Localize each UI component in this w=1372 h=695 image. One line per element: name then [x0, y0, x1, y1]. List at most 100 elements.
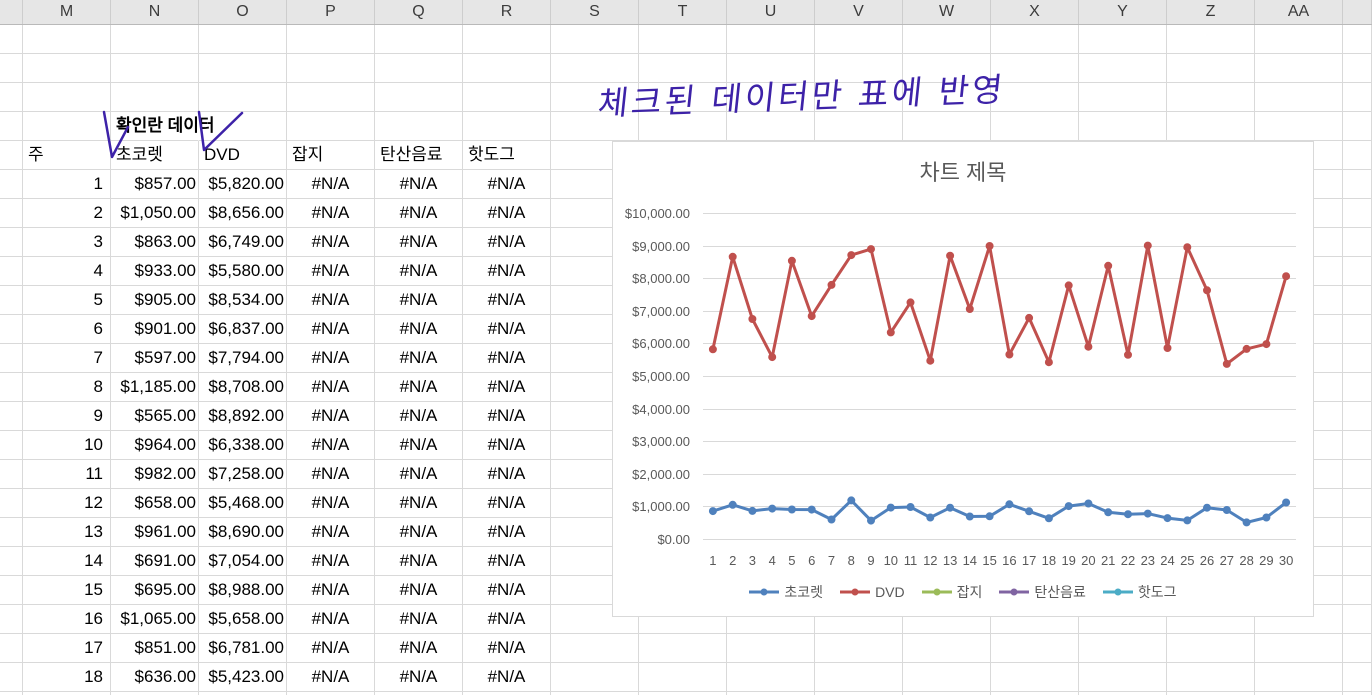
cell-partial[interactable]: [1343, 228, 1372, 257]
cell-partial[interactable]: [1343, 605, 1372, 634]
cell-partial[interactable]: [0, 199, 23, 228]
data-point[interactable]: [946, 503, 955, 512]
cell-n[interactable]: $1,050.00: [111, 199, 199, 228]
cell-q[interactable]: #N/A: [375, 489, 463, 518]
cell-r[interactable]: [463, 25, 551, 54]
column-header-w[interactable]: W: [903, 0, 991, 24]
cell-y[interactable]: [1079, 663, 1167, 692]
cell-x[interactable]: [991, 634, 1079, 663]
cell-p[interactable]: #N/A: [287, 489, 375, 518]
cell-m[interactable]: 1: [23, 170, 111, 199]
line-chart[interactable]: 차트 제목 $0.00 $1,000.00 $2,000.00 $3,000.00 $4…: [612, 141, 1314, 617]
column-header-m[interactable]: M: [23, 0, 111, 24]
data-point[interactable]: [708, 507, 717, 516]
cell-n[interactable]: [111, 83, 199, 112]
cell-aa[interactable]: [1255, 54, 1343, 83]
data-point[interactable]: [1005, 350, 1014, 359]
cell-q[interactable]: #N/A: [375, 286, 463, 315]
cell-t[interactable]: [639, 25, 727, 54]
cell-r[interactable]: #N/A: [463, 315, 551, 344]
cell-r[interactable]: #N/A: [463, 199, 551, 228]
cell-r[interactable]: #N/A: [463, 460, 551, 489]
cell-o[interactable]: $8,656.00: [199, 199, 287, 228]
cell-p[interactable]: #N/A: [287, 402, 375, 431]
data-point[interactable]: [867, 516, 875, 525]
cell-partial[interactable]: [0, 54, 23, 83]
data-point[interactable]: [886, 328, 895, 337]
data-point[interactable]: [1064, 502, 1073, 511]
data-point[interactable]: [965, 305, 974, 313]
data-point[interactable]: [1163, 344, 1172, 352]
cell-o[interactable]: $8,892.00: [199, 402, 287, 431]
cell-z[interactable]: [1167, 25, 1255, 54]
data-point[interactable]: [1242, 344, 1251, 353]
cell-n[interactable]: $597.00: [111, 344, 199, 373]
chart-plot-area[interactable]: $0.00 $1,000.00 $2,000.00 $3,000.00 $4,000.0…: [612, 141, 1314, 617]
cell-n[interactable]: $964.00: [111, 431, 199, 460]
cell-q[interactable]: #N/A: [375, 634, 463, 663]
cell-aa[interactable]: [1255, 663, 1343, 692]
cell-partial[interactable]: [1343, 634, 1372, 663]
data-point[interactable]: [1104, 508, 1113, 517]
cell-q[interactable]: #N/A: [375, 199, 463, 228]
cell-o[interactable]: $5,658.00: [199, 605, 287, 634]
cell-m[interactable]: 10: [23, 431, 111, 460]
cell-n[interactable]: [111, 54, 199, 83]
cell-r[interactable]: #N/A: [463, 518, 551, 547]
cell-p[interactable]: #N/A: [287, 286, 375, 315]
cell-t[interactable]: [639, 663, 727, 692]
cell-w[interactable]: [903, 634, 991, 663]
cell-q[interactable]: #N/A: [375, 373, 463, 402]
data-point[interactable]: [827, 280, 836, 289]
cell-s[interactable]: [551, 25, 639, 54]
column-header-y[interactable]: Y: [1079, 0, 1167, 24]
cell-partial[interactable]: [1343, 402, 1372, 431]
column-header-n[interactable]: N: [111, 0, 199, 24]
cell-r[interactable]: #N/A: [463, 344, 551, 373]
cell-m[interactable]: 3: [23, 228, 111, 257]
cell-m[interactable]: 12: [23, 489, 111, 518]
data-point[interactable]: [985, 242, 994, 250]
column-header-r[interactable]: R: [463, 0, 551, 24]
column-header-v[interactable]: V: [815, 0, 903, 24]
data-point[interactable]: [1025, 507, 1034, 516]
cell-partial[interactable]: [1343, 576, 1372, 605]
data-point[interactable]: [1005, 500, 1014, 509]
cell-n[interactable]: $901.00: [111, 315, 199, 344]
cell-partial[interactable]: [0, 547, 23, 576]
cell-q[interactable]: #N/A: [375, 402, 463, 431]
cell-q[interactable]: #N/A: [375, 257, 463, 286]
column-header-aa[interactable]: AA: [1255, 0, 1343, 24]
cell-r[interactable]: #N/A: [463, 373, 551, 402]
column-header-q[interactable]: Q: [375, 0, 463, 24]
cell-m[interactable]: 4: [23, 257, 111, 286]
cell-n[interactable]: $851.00: [111, 634, 199, 663]
cell-n[interactable]: $691.00: [111, 547, 199, 576]
cell-partial[interactable]: [0, 25, 23, 54]
data-point[interactable]: [787, 505, 796, 514]
cell-n[interactable]: $636.00: [111, 663, 199, 692]
data-point[interactable]: [1104, 261, 1113, 270]
cell-partial[interactable]: [0, 576, 23, 605]
cell-y[interactable]: [1079, 634, 1167, 663]
cell-partial[interactable]: [1343, 286, 1372, 315]
cell-n[interactable]: $565.00: [111, 402, 199, 431]
cell-partial[interactable]: [1343, 141, 1372, 170]
cell-n[interactable]: $658.00: [111, 489, 199, 518]
chart-legend[interactable]: 초코렛 DVD 잡지 탄산음료 핫도그: [612, 582, 1314, 602]
cell-partial[interactable]: [1343, 315, 1372, 344]
cell-partial[interactable]: [0, 431, 23, 460]
cell-p[interactable]: #N/A: [287, 431, 375, 460]
cell-q[interactable]: #N/A: [375, 663, 463, 692]
cell-z[interactable]: [1167, 83, 1255, 112]
column-header-t[interactable]: T: [639, 0, 727, 24]
data-point[interactable]: [1163, 514, 1172, 523]
cell-m[interactable]: 9: [23, 402, 111, 431]
cell-q[interactable]: [375, 112, 463, 141]
cell-q[interactable]: [375, 83, 463, 112]
cell-partial[interactable]: [0, 663, 23, 692]
data-point[interactable]: [926, 356, 935, 365]
cell-x[interactable]: [991, 25, 1079, 54]
cell-o[interactable]: $7,054.00: [199, 547, 287, 576]
data-point[interactable]: [906, 298, 915, 307]
